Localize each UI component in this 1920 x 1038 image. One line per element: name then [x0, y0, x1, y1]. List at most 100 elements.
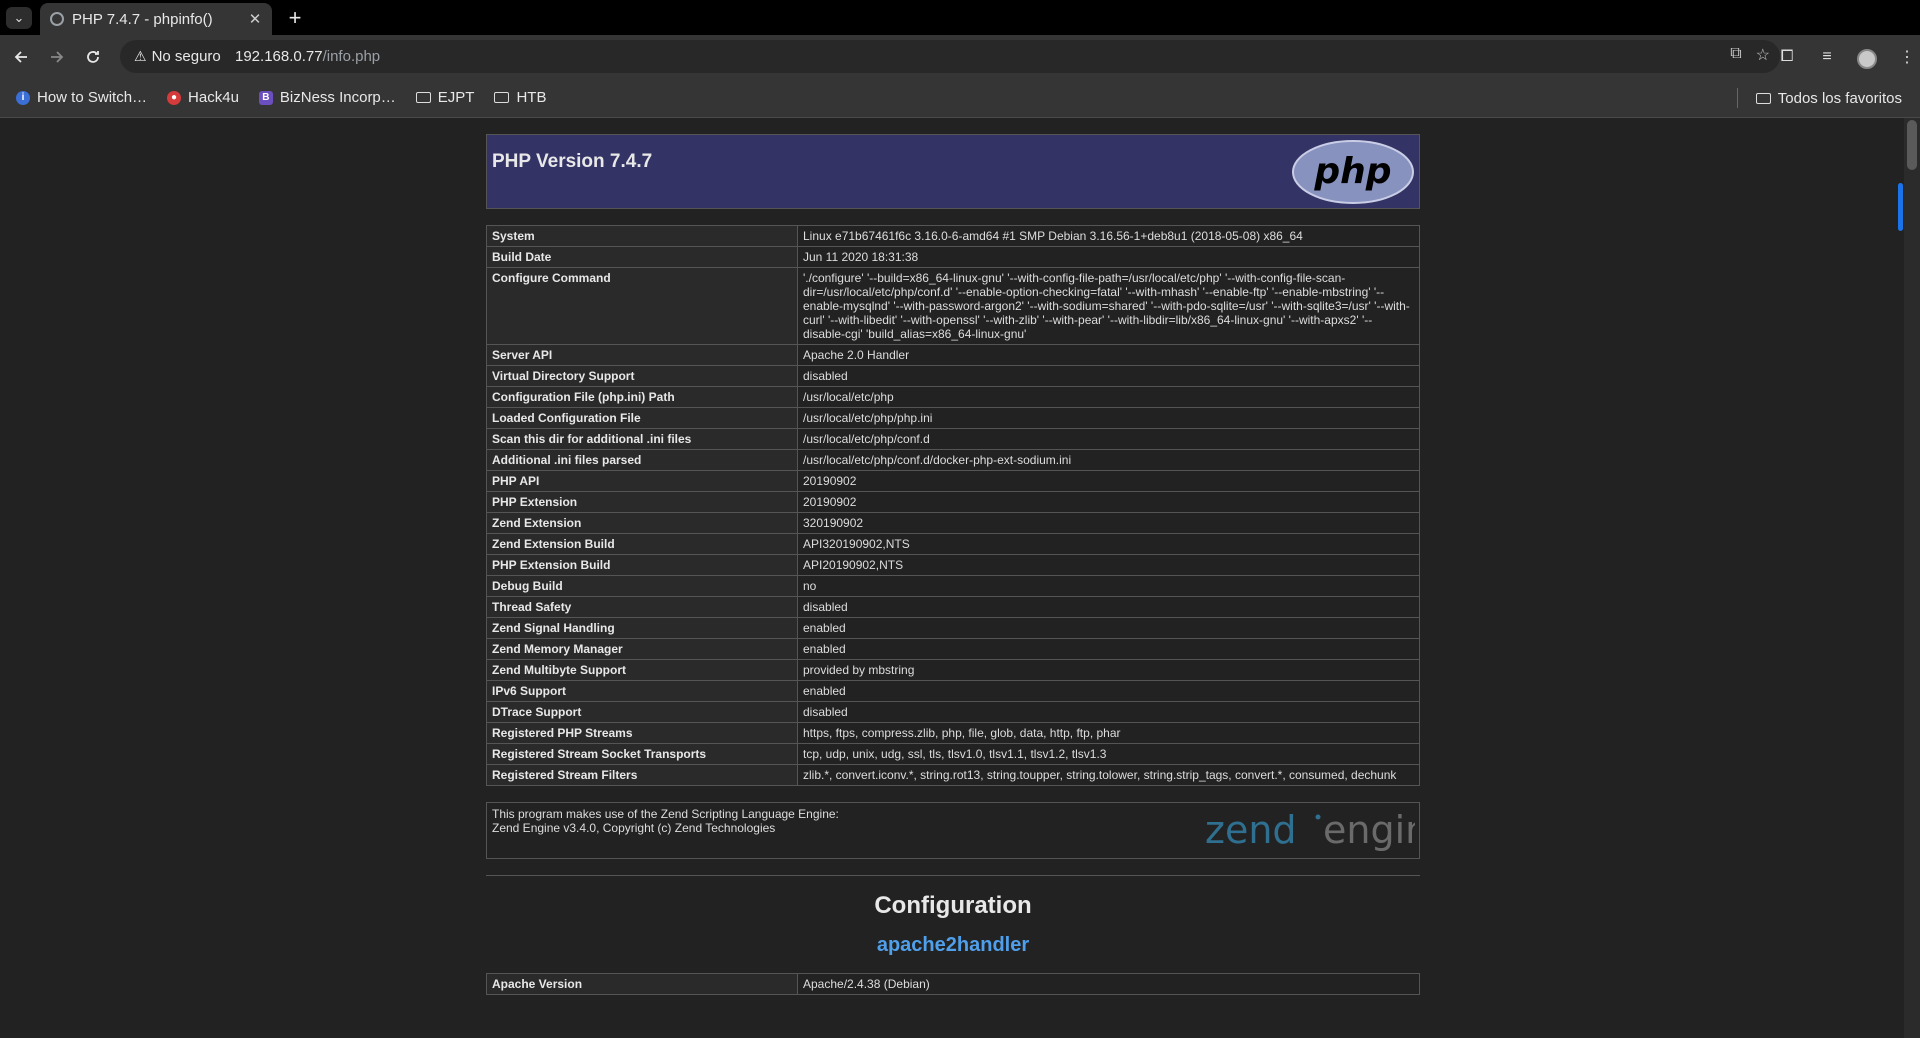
- tab-title: PHP 7.4.7 - phpinfo(): [72, 10, 213, 28]
- url-path: /info.php: [322, 48, 381, 65]
- row-key: IPv6 Support: [486, 680, 798, 702]
- bookmark-1[interactable]: ● Hack4u: [163, 84, 243, 112]
- bookmark-label: How to Switch…: [37, 89, 148, 106]
- row-key: DTrace Support: [486, 701, 798, 723]
- scrollbar-thumb[interactable]: [1907, 120, 1917, 170]
- table-row: Registered PHP Streams https, ftps, compr…: [486, 722, 1420, 744]
- menu-icon[interactable]: ⋮: [1894, 44, 1920, 70]
- row-value: './configure' '--build=x86_64-linux-gnu'…: [797, 267, 1420, 345]
- table-row: Thread Safety disabled: [486, 596, 1420, 618]
- row-value: 20190902: [797, 470, 1420, 492]
- row-key: Zend Extension: [486, 512, 798, 534]
- row-value: provided by mbstring: [797, 659, 1420, 681]
- row-value: /usr/local/etc/php: [797, 386, 1420, 408]
- row-value: enabled: [797, 617, 1420, 639]
- browser-toolbar: ⚠ No seguro 192.168.0.77/info.php ⧉ ☆ ⧠ …: [0, 35, 1920, 78]
- all-bookmarks-button[interactable]: Todos los favoritos: [1752, 84, 1906, 112]
- new-tab-button[interactable]: +: [282, 5, 308, 31]
- row-key: Additional .ini files parsed: [486, 449, 798, 471]
- row-value: 320190902: [797, 512, 1420, 534]
- tab-active[interactable]: PHP 7.4.7 - phpinfo() ✕: [40, 3, 272, 35]
- zend-engine-logo: zend engine: [1205, 808, 1415, 852]
- table-row: Scan this dir for additional .ini files /…: [486, 428, 1420, 450]
- all-bookmarks-label: Todos los favoritos: [1777, 89, 1902, 107]
- table-row: Zend Signal Handling enabled: [486, 617, 1420, 639]
- tab-search-button[interactable]: ⌄: [6, 7, 32, 29]
- row-value: API20190902,NTS: [797, 554, 1420, 576]
- warning-icon: ⚠: [134, 48, 147, 64]
- row-value: /usr/local/etc/php/php.ini: [797, 407, 1420, 429]
- table-row: Zend Memory Manager enabled: [486, 638, 1420, 660]
- table-row: Debug Build no: [486, 575, 1420, 597]
- folder-icon: [415, 92, 431, 103]
- table-row: Zend Extension Build API320190902,NTS: [486, 533, 1420, 555]
- bookmark-2[interactable]: B BizNess Incorp…: [255, 84, 400, 112]
- arrow-left-icon: [14, 51, 27, 63]
- page-scrollbar[interactable]: [1904, 118, 1920, 1038]
- table-row: Zend Multibyte Support provided by mbstri…: [486, 659, 1420, 681]
- table-row: Configure Command './configure' '--build=…: [486, 267, 1420, 345]
- row-key: Registered Stream Filters: [486, 764, 798, 786]
- bookmark-label: BizNess Incorp…: [279, 89, 396, 106]
- arrow-right-icon: [51, 51, 64, 63]
- bookmark-favicon-icon: B: [258, 90, 273, 105]
- star-icon[interactable]: ☆: [1756, 45, 1770, 65]
- row-value: tcp, udp, unix, udg, ssl, tls, tlsv1.0, …: [797, 743, 1420, 765]
- bookmark-folder-ejpt[interactable]: EJPT: [412, 84, 479, 112]
- row-value: enabled: [797, 638, 1420, 660]
- row-key: Registered PHP Streams: [486, 722, 798, 744]
- tab-strip: ⌄ PHP 7.4.7 - phpinfo() ✕ +: [0, 0, 1920, 35]
- row-value: Linux e71b67461f6c 3.16.0-6-amd64 #1 SMP…: [797, 225, 1420, 247]
- row-value: API320190902,NTS: [797, 533, 1420, 555]
- table-row: System Linux e71b67461f6c 3.16.0-6-amd64 …: [486, 225, 1420, 247]
- close-icon[interactable]: ✕: [244, 10, 266, 28]
- table-row: Server API Apache 2.0 Handler: [486, 344, 1420, 366]
- row-key: System: [486, 225, 798, 247]
- row-key: Debug Build: [486, 575, 798, 597]
- table-row: DTrace Support disabled: [486, 701, 1420, 723]
- bookmark-label: EJPT: [437, 89, 475, 106]
- table-row: Additional .ini files parsed/usr/local/e…: [486, 449, 1420, 471]
- row-value: zlib.*, convert.iconv.*, string.rot13, s…: [797, 764, 1420, 786]
- row-value: disabled: [797, 596, 1420, 618]
- media-controls-icon[interactable]: ≡: [1814, 44, 1840, 70]
- row-value: /usr/local/etc/php/conf.d: [797, 428, 1420, 450]
- row-value: disabled: [797, 701, 1420, 723]
- row-key: Zend Signal Handling: [486, 617, 798, 639]
- row-key: PHP Extension: [486, 491, 798, 513]
- table-row: Virtual Directory Support disabled: [486, 365, 1420, 387]
- table-row: Configuration File (php.ini) Path/usr/lo…: [486, 386, 1420, 408]
- profile-avatar[interactable]: [1854, 44, 1880, 70]
- translate-icon[interactable]: ⧉: [1730, 45, 1741, 65]
- back-button[interactable]: [8, 44, 34, 70]
- row-key: Configuration File (php.ini) Path: [486, 386, 798, 408]
- row-key: PHP API: [486, 470, 798, 492]
- address-bar[interactable]: ⚠ No seguro 192.168.0.77/info.php ⧉ ☆: [120, 40, 1780, 73]
- module-heading-apache2handler[interactable]: apache2handler: [486, 934, 1420, 957]
- folder-icon: [494, 92, 510, 103]
- bookmarks-bar: i How to Switch… ● Hack4u B BizNess Inco…: [0, 78, 1920, 118]
- row-key: Zend Memory Manager: [486, 638, 798, 660]
- bookmark-0[interactable]: i How to Switch…: [12, 84, 151, 112]
- row-key: Configure Command: [486, 267, 798, 345]
- table-row: PHP Extension 20190902: [486, 491, 1420, 513]
- row-key: Loaded Configuration File: [486, 407, 798, 429]
- reload-button[interactable]: [80, 44, 106, 70]
- security-chip[interactable]: ⚠ No seguro: [128, 44, 227, 69]
- phpinfo-container: PHP Version 7.4.7 php System Linux e71b67…: [486, 134, 1420, 995]
- bookmark-folder-htb[interactable]: HTB: [490, 84, 550, 112]
- table-row: Registered Stream Filters zlib.*, convert…: [486, 764, 1420, 786]
- url-text[interactable]: 192.168.0.77/info.php: [235, 48, 380, 65]
- forward-button[interactable]: [44, 44, 70, 70]
- row-key: Virtual Directory Support: [486, 365, 798, 387]
- table-row: PHP Extension Build API20190902,NTS: [486, 554, 1420, 576]
- zend-logo-dot: [1315, 814, 1321, 820]
- row-value: 20190902: [797, 491, 1420, 513]
- apache2handler-table: Apache Version Apache/2.4.38 (Debian): [486, 973, 1420, 995]
- row-value: /usr/local/etc/php/conf.d/docker-php-ext…: [797, 449, 1420, 471]
- extensions-icon[interactable]: ⧠: [1774, 44, 1800, 70]
- table-row: IPv6 Support enabled: [486, 680, 1420, 702]
- url-host: 192.168.0.77: [235, 48, 323, 65]
- table-row: Loaded Configuration File/usr/local/etc/…: [486, 407, 1420, 429]
- avatar-icon: [1857, 48, 1877, 69]
